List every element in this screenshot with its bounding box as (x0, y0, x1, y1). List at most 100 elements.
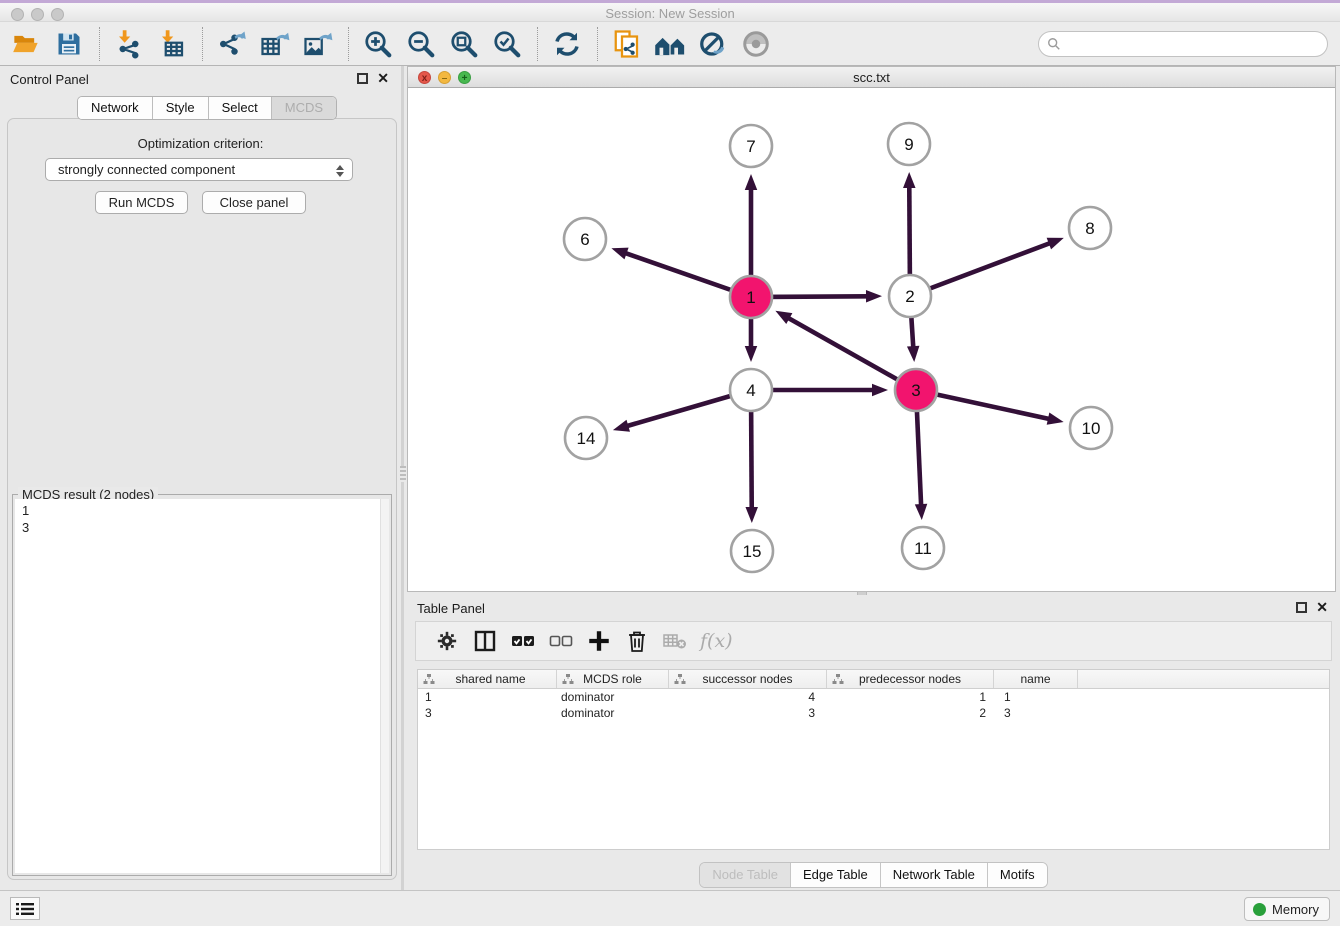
column-tree-icon (423, 673, 435, 685)
search-input[interactable] (1061, 34, 1327, 54)
search-box[interactable] (1038, 31, 1328, 57)
zoom-out-icon[interactable] (403, 26, 439, 62)
table-options-gear-icon[interactable] (432, 626, 462, 656)
float-panel-icon[interactable] (1296, 602, 1307, 613)
apply-function-icon: f(x) (700, 630, 733, 652)
main-toolbar (0, 22, 1340, 66)
control-panel-tabbar: Network Style Select MCDS (77, 96, 337, 120)
open-session-icon[interactable] (8, 26, 44, 62)
clear-selection-icon[interactable] (546, 626, 576, 656)
graph-edge-arrowhead (903, 172, 915, 188)
graph-edge-arrowhead (915, 504, 927, 520)
window-title: Session: New Session (0, 6, 1340, 21)
network-window-title: scc.txt (408, 70, 1335, 85)
close-panel-icon[interactable]: ✕ (377, 70, 389, 86)
export-table-icon[interactable] (257, 26, 293, 62)
tab-node-table[interactable]: Node Table (700, 863, 791, 887)
network-view-window: x – + scc.txt 7968124314101511 (407, 66, 1336, 592)
search-icon (1047, 37, 1061, 51)
tab-network[interactable]: Network (78, 97, 153, 119)
vertical-splitter-handle[interactable] (400, 466, 406, 482)
column-header-name[interactable]: name (994, 670, 1078, 688)
tab-select[interactable]: Select (209, 97, 272, 119)
memory-status-icon (1253, 903, 1266, 916)
select-stepper-icon (336, 165, 344, 177)
show-columns-icon[interactable] (470, 626, 500, 656)
import-table-icon[interactable] (154, 26, 190, 62)
float-panel-icon[interactable] (357, 73, 368, 84)
toolbar-separator (348, 27, 349, 61)
mcds-result-line: 3 (22, 519, 389, 536)
paint-style-icon[interactable] (695, 26, 731, 62)
network-graph: 7968124314101511 (408, 88, 1335, 591)
export-image-icon[interactable] (300, 26, 336, 62)
memory-button[interactable]: Memory (1244, 897, 1330, 921)
graph-node-label: 4 (746, 381, 755, 400)
save-session-icon[interactable] (51, 26, 87, 62)
tab-motifs[interactable]: Motifs (988, 863, 1047, 887)
task-history-button[interactable] (10, 897, 40, 920)
tab-mcds[interactable]: MCDS (272, 97, 336, 119)
graph-node-label: 3 (911, 381, 920, 400)
tab-style[interactable]: Style (153, 97, 209, 119)
graph-edge-arrowhead (1047, 238, 1064, 250)
result-scrollbar[interactable] (380, 499, 389, 873)
table-tabs: Node Table Edge Table Network Table Moti… (407, 862, 1340, 888)
table-row[interactable]: 3 dominator 3 2 3 (418, 705, 1329, 721)
run-mcds-button[interactable]: Run MCDS (95, 191, 188, 214)
table-row[interactable]: 1 dominator 4 1 1 (418, 689, 1329, 705)
import-network-icon[interactable] (111, 26, 147, 62)
column-tree-icon (562, 673, 574, 685)
tab-edge-table[interactable]: Edge Table (791, 863, 881, 887)
add-row-icon[interactable] (584, 626, 614, 656)
clone-network-icon[interactable] (609, 26, 645, 62)
column-header-shared-name[interactable]: shared name (418, 670, 557, 688)
first-neighbors-icon[interactable] (652, 26, 688, 62)
apply-layout-icon[interactable] (549, 26, 585, 62)
select-all-rows-icon[interactable] (508, 626, 538, 656)
tab-network-table[interactable]: Network Table (881, 863, 988, 887)
zoom-in-icon[interactable] (360, 26, 396, 62)
optimization-criterion-value: strongly connected component (58, 162, 235, 177)
graph-edge-arrowhead (775, 311, 792, 324)
graph-edge-arrowhead (745, 346, 758, 362)
graph-node-label: 10 (1082, 419, 1101, 438)
graph-edge-arrowhead (745, 174, 758, 190)
toolbar-separator (202, 27, 203, 61)
toolbar-separator (537, 27, 538, 61)
network-canvas[interactable]: 7968124314101511 (408, 88, 1335, 591)
graphics-details-eye-icon[interactable] (738, 26, 774, 62)
column-header-successor-nodes[interactable]: successor nodes (669, 670, 827, 688)
control-panel-title: Control Panel (10, 72, 89, 87)
table-toolbar: f(x) (415, 621, 1332, 661)
column-header-filler (1078, 670, 1329, 688)
list-icon (16, 902, 34, 916)
mcds-result-line: 1 (22, 502, 389, 519)
zoom-selected-icon[interactable] (489, 26, 525, 62)
optimization-criterion-select[interactable]: strongly connected component (45, 158, 353, 181)
graph-edge[interactable] (910, 243, 1051, 296)
table-panel-header: Table Panel ✕ (407, 595, 1340, 621)
close-panel-icon[interactable]: ✕ (1316, 599, 1328, 615)
column-header-predecessor-nodes[interactable]: predecessor nodes (827, 670, 994, 688)
graph-edge-arrowhead (613, 420, 630, 432)
graph-node-label: 9 (904, 135, 913, 154)
node-table[interactable]: shared name MCDS role successor nodes pr… (417, 669, 1330, 850)
graph-edge-arrowhead (866, 290, 882, 302)
mcds-result-textarea[interactable]: 1 3 (15, 499, 389, 873)
control-panel-header: Control Panel ✕ (0, 66, 401, 92)
graph-edge-arrowhead (1047, 413, 1064, 425)
network-window-titlebar[interactable]: x – + scc.txt (408, 67, 1335, 88)
column-tree-icon (832, 673, 844, 685)
zoom-fit-icon[interactable] (446, 26, 482, 62)
memory-label: Memory (1272, 902, 1319, 917)
column-header-mcds-role[interactable]: MCDS role (557, 670, 669, 688)
export-network-icon[interactable] (214, 26, 250, 62)
graph-edge-arrowhead (907, 346, 919, 362)
toolbar-separator (99, 27, 100, 61)
delete-rows-trash-icon[interactable] (622, 626, 652, 656)
graph-node-label: 6 (580, 230, 589, 249)
window-titlebar: Session: New Session (0, 0, 1340, 22)
close-panel-button[interactable]: Close panel (202, 191, 306, 214)
graph-node-label: 1 (746, 288, 755, 307)
